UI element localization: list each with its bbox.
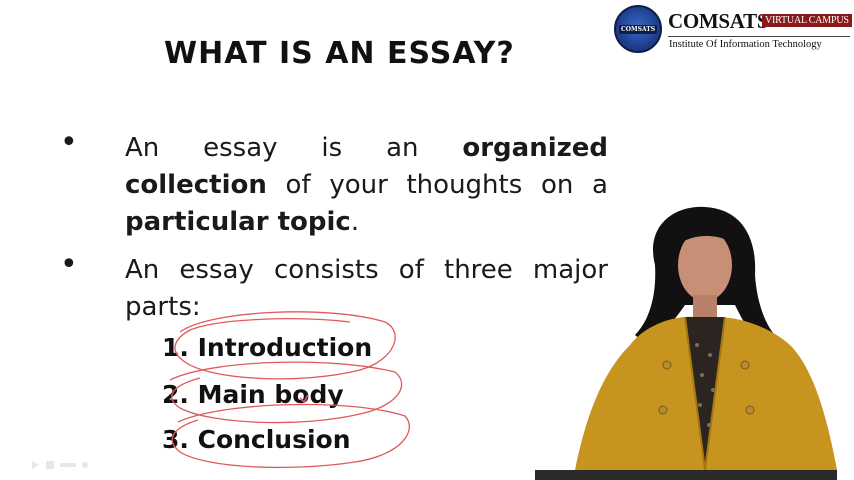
logo-name: COMSATS [668,9,769,33]
podium [535,470,837,480]
presenter-video [575,206,837,471]
virtual-campus-badge: VIRTUAL CAMPUS [762,14,852,27]
logo-subtitle: Institute Of Information Technology [669,39,822,50]
player-controls[interactable] [30,458,110,472]
bullet-dot-icon: • [60,125,78,160]
logo-divider [668,36,850,37]
part-introduction: 1. Introduction [162,333,373,362]
play-icon [32,461,39,469]
bullet-dot-icon: • [60,247,78,282]
slide-title: WHAT IS AN ESSAY? [164,36,515,71]
comsats-logo: COMSATS COMSATS VIRTUAL CAMPUS Institute… [612,5,852,57]
part-main-body: 2. Main body [162,380,344,409]
comsats-seal-icon: COMSATS [614,5,662,53]
part-conclusion: 3. Conclusion [162,425,351,454]
